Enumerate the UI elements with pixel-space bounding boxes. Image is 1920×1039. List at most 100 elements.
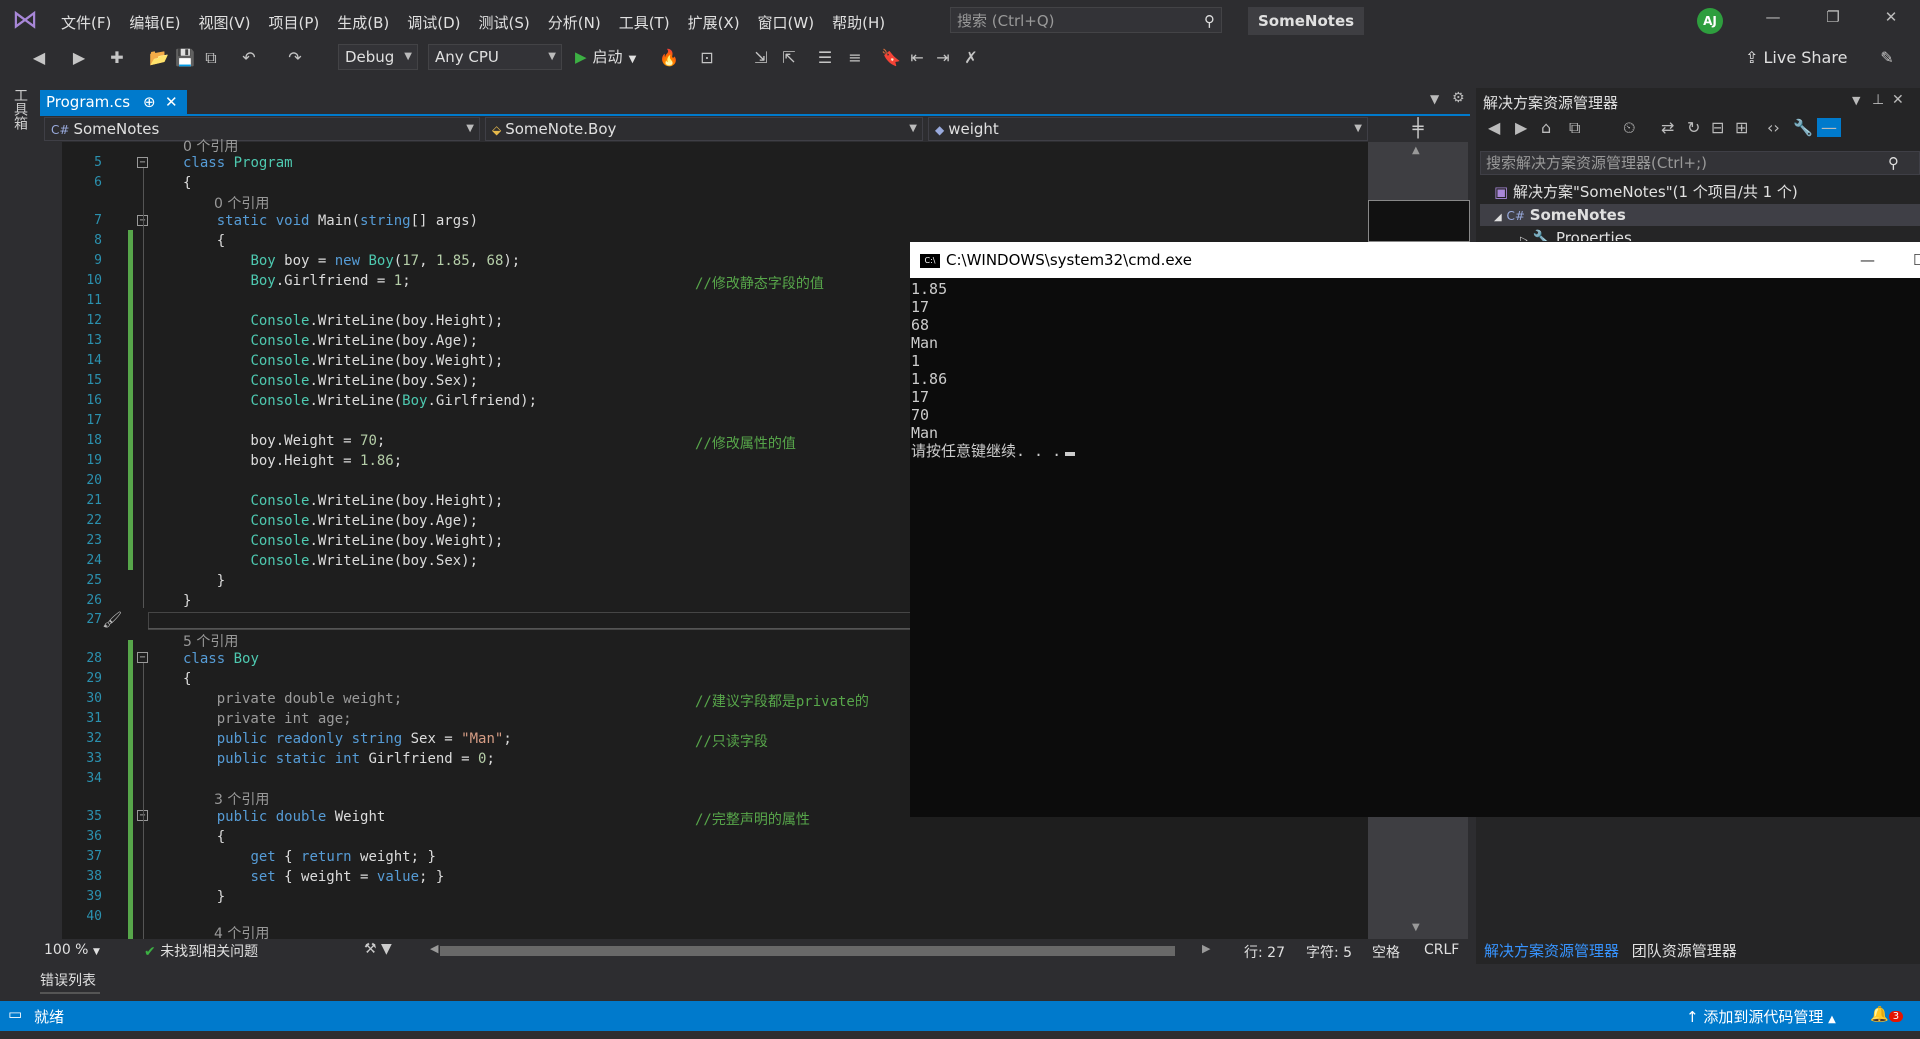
feedback-icon[interactable]: ✎ <box>1876 47 1898 69</box>
close-window-button[interactable]: ✕ <box>1876 8 1906 32</box>
menu-project[interactable]: 项目(P) <box>260 8 329 37</box>
tab-team-explorer[interactable]: 团队资源管理器 <box>1628 942 1741 960</box>
menu-window[interactable]: 窗口(W) <box>749 8 824 37</box>
menu-extensions[interactable]: 扩展(X) <box>679 8 749 37</box>
output-window-icon[interactable]: ▭ <box>8 1005 22 1023</box>
avatar[interactable]: AJ <box>1697 8 1723 34</box>
scroll-down-icon[interactable]: ▼ <box>1412 922 1420 933</box>
preview-selected-icon[interactable]: — <box>1817 118 1841 137</box>
home-icon[interactable]: ⌂ <box>1541 118 1551 137</box>
panel-dropdown-icon[interactable]: ▼ <box>1852 94 1860 107</box>
show-all-files-icon[interactable]: ⊞ <box>1735 118 1748 137</box>
redo-icon[interactable]: ↷ <box>284 47 306 69</box>
menu-tools[interactable]: 工具(T) <box>610 8 679 37</box>
toolbox-tab[interactable]: 工具箱 <box>10 88 30 130</box>
tab-program-cs[interactable]: Program.cs ⊕ ✕ <box>40 90 187 114</box>
clear-bookmarks-icon[interactable]: ✗ <box>960 47 982 69</box>
codelens-references[interactable]: 0 个引用 <box>214 193 269 213</box>
source-control-button[interactable]: ↑ 添加到源代码管理 ▲ <box>1686 1006 1836 1027</box>
collapse-icon[interactable]: − <box>137 652 148 663</box>
solution-configuration-select[interactable]: Debug ▼ <box>338 44 418 70</box>
tree-item-properties[interactable]: ▷ 🔧 Properties <box>1480 227 1920 241</box>
scroll-left-icon[interactable]: ◀ <box>430 942 438 955</box>
save-icon[interactable]: 💾 <box>174 47 196 69</box>
tab-solution-explorer[interactable]: 解决方案资源管理器 <box>1480 942 1623 960</box>
menu-analyze[interactable]: 分析(N) <box>539 8 610 37</box>
codelens-references[interactable]: 5 个引用 <box>183 631 238 651</box>
quick-actions-brush-icon[interactable]: 🖌 <box>102 610 122 629</box>
scroll-right-icon[interactable]: ▶ <box>1202 942 1210 955</box>
member-nav-select[interactable]: ◆ weight ▼ <box>928 117 1368 141</box>
save-all-icon[interactable]: ⧉ <box>200 47 222 69</box>
console-title-bar[interactable]: C:\ C:\WINDOWS\system32\cmd.exe — ☐ <box>910 242 1920 278</box>
tab-dropdown-icon[interactable]: ▼ <box>1430 92 1439 106</box>
refresh-icon[interactable]: ↻ <box>1687 118 1700 137</box>
solution-platform-select[interactable]: Any CPU ▼ <box>428 44 562 70</box>
start-debugging-button[interactable]: ▶ 启动 ▼ <box>575 46 636 67</box>
previous-bookmark-icon[interactable]: ⇤ <box>906 47 928 69</box>
codelens-references[interactable]: 0 个引用 <box>183 136 238 156</box>
properties-wrench-icon[interactable]: 🔧 <box>1793 118 1813 137</box>
line-indicator[interactable]: 行: 27 <box>1244 942 1285 962</box>
bookmark-icon[interactable]: 🔖 <box>880 47 902 69</box>
codelens-references[interactable]: 3 个引用 <box>214 789 269 809</box>
whitespace-indicator[interactable]: 空格 <box>1372 942 1400 962</box>
close-icon[interactable]: ✕ <box>1892 92 1904 108</box>
menu-debug[interactable]: 调试(D) <box>398 8 469 37</box>
zoom-select[interactable]: 100 % ▼ <box>44 942 100 958</box>
open-file-icon[interactable]: 📂 <box>148 47 170 69</box>
back-icon[interactable]: ◀ <box>1488 118 1500 137</box>
pin-icon[interactable]: ⊕ <box>143 90 156 114</box>
menu-test[interactable]: 测试(S) <box>470 8 539 37</box>
comment-out-icon[interactable]: ☰ <box>814 47 836 69</box>
browser-link-icon[interactable]: ⊡ <box>696 47 718 69</box>
notifications-button[interactable]: 🔔 3 <box>1870 1005 1904 1023</box>
view-code-icon[interactable]: ‹› <box>1767 118 1780 137</box>
menu-build[interactable]: 生成(B) <box>328 8 398 37</box>
next-bookmark-icon[interactable]: ⇥ <box>932 47 954 69</box>
project-nav-select[interactable]: C# SomeNotes ▼ <box>44 117 480 141</box>
restore-window-button[interactable]: ❐ <box>1818 8 1848 32</box>
tab-error-list[interactable]: 错误列表 <box>40 970 96 990</box>
column-indicator[interactable]: 字符: 5 <box>1306 942 1352 962</box>
code-cleanup-icon[interactable]: ⚒ ▼ <box>364 941 392 957</box>
tree-item-solution[interactable]: ▣ 解决方案"SomeNotes"(1 个项目/共 1 个) <box>1480 181 1920 203</box>
undo-icon[interactable]: ↶ <box>238 47 260 69</box>
menu-view[interactable]: 视图(V) <box>190 8 260 37</box>
collapse-all-icon[interactable]: ⊟ <box>1711 118 1724 137</box>
collapse-icon[interactable]: − <box>137 157 148 168</box>
live-share-button[interactable]: ⇪ Live Share <box>1745 48 1847 67</box>
menu-file[interactable]: 文件(F) <box>52 8 120 37</box>
new-project-icon[interactable]: ✚ <box>106 47 128 69</box>
horizontal-scrollbar-thumb[interactable] <box>440 946 1175 956</box>
tree-item-project[interactable]: ◢ C# SomeNotes <box>1480 204 1920 226</box>
split-window-icon[interactable]: ╪ <box>1368 118 1468 142</box>
search-input[interactable]: 搜索 (Ctrl+Q) ⚲ <box>950 7 1222 33</box>
solution-explorer-search-input[interactable]: 搜索解决方案资源管理器(Ctrl+;) ⚲ <box>1480 151 1920 175</box>
minimize-window-button[interactable]: — <box>1758 8 1788 32</box>
sync-icon[interactable]: ⇄ <box>1661 118 1674 137</box>
hot-reload-icon[interactable]: 🔥 <box>658 47 680 69</box>
menu-help[interactable]: 帮助(H) <box>823 8 894 37</box>
step-into-icon[interactable]: ⇲ <box>750 47 772 69</box>
pin-icon[interactable]: ⊥ <box>1872 92 1884 108</box>
menu-edit[interactable]: 编辑(E) <box>120 8 189 37</box>
navigate-forward-icon[interactable]: ▶ <box>68 47 90 69</box>
switch-views-icon[interactable]: ⧉ <box>1569 118 1580 138</box>
pending-changes-icon[interactable]: ⏲ <box>1623 118 1635 138</box>
navigate-back-icon[interactable]: ◀ <box>28 47 50 69</box>
minimize-button[interactable]: — <box>1860 242 1875 278</box>
uncomment-icon[interactable]: ≡ <box>844 47 866 69</box>
collapse-arrow-icon[interactable]: ▷ <box>1520 235 1528 241</box>
class-nav-select[interactable]: ⬙ SomeNote.Boy ▼ <box>485 117 923 141</box>
issues-indicator[interactable]: ✔ 未找到相关问题 <box>144 941 258 961</box>
gear-icon[interactable]: ⚙ <box>1452 90 1465 106</box>
expand-arrow-icon[interactable]: ◢ <box>1494 212 1502 223</box>
forward-icon[interactable]: ▶ <box>1515 118 1527 137</box>
line-ending-indicator[interactable]: CRLF <box>1424 942 1459 958</box>
maximize-button[interactable]: ☐ <box>1913 242 1920 278</box>
scroll-up-icon[interactable]: ▲ <box>1412 145 1420 156</box>
close-icon[interactable]: ✕ <box>165 90 178 114</box>
step-over-icon[interactable]: ⇱ <box>778 47 800 69</box>
scrollbar-thumb[interactable] <box>1368 200 1470 242</box>
